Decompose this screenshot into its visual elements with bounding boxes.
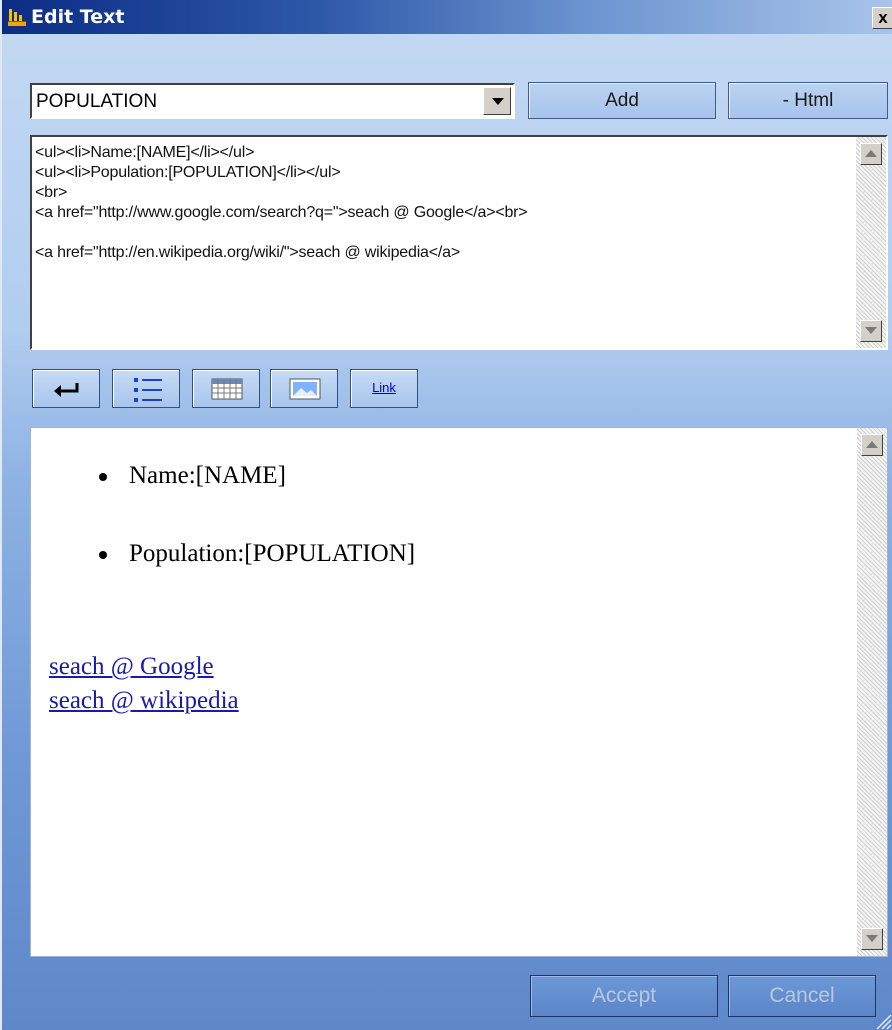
enter-icon xyxy=(54,383,79,397)
insert-line-break-button[interactable] xyxy=(32,369,100,408)
scroll-down-button[interactable] xyxy=(861,928,883,950)
window-title: Edit Text xyxy=(31,6,125,28)
html-preview-pane: Name:[NAME] Population:[POPULATION] seac… xyxy=(30,427,888,957)
field-dropdown-value: POPULATION xyxy=(36,91,158,112)
html-source-editor[interactable]: <ul><li>Name:[NAME]</li></ul> <ul><li>Po… xyxy=(30,135,888,350)
source-scrollbar[interactable] xyxy=(856,137,886,348)
dropdown-arrow-button[interactable] xyxy=(483,87,511,115)
accept-button[interactable]: Accept xyxy=(530,975,718,1017)
list-item: Population:[POPULATION] xyxy=(99,536,415,586)
preview-list: Name:[NAME] Population:[POPULATION] xyxy=(99,458,415,614)
resize-grip-icon[interactable] xyxy=(872,1010,892,1030)
insert-image-button[interactable] xyxy=(270,369,338,408)
list-icon xyxy=(134,378,162,402)
scroll-up-button[interactable] xyxy=(860,143,882,165)
preview-scrollbar[interactable] xyxy=(857,428,887,956)
html-source-text[interactable]: <ul><li>Name:[NAME]</li></ul> <ul><li>Po… xyxy=(35,143,850,263)
cancel-button[interactable]: Cancel xyxy=(728,975,876,1017)
insert-table-button[interactable] xyxy=(192,369,260,408)
field-dropdown[interactable]: POPULATION xyxy=(30,83,515,119)
image-icon xyxy=(289,378,321,400)
close-button[interactable]: x xyxy=(872,7,892,29)
html-toggle-button[interactable]: - Html xyxy=(728,82,888,119)
scroll-up-icon xyxy=(866,441,878,448)
scroll-up-icon xyxy=(865,150,877,157)
title-bar[interactable]: Edit Text x xyxy=(2,0,892,34)
chevron-down-icon xyxy=(492,98,504,105)
scroll-down-icon xyxy=(866,935,878,942)
google-search-link[interactable]: seach @ Google xyxy=(49,650,239,684)
wikipedia-search-link[interactable]: seach @ wikipedia xyxy=(49,684,239,718)
scroll-down-icon xyxy=(865,327,877,334)
app-icon xyxy=(8,9,26,26)
scroll-down-button[interactable] xyxy=(860,320,882,342)
insert-list-button[interactable] xyxy=(112,369,180,408)
preview-links: seach @ Google seach @ wikipedia xyxy=(49,650,239,718)
table-icon xyxy=(211,378,243,400)
list-item: Name:[NAME] xyxy=(99,458,415,508)
edit-text-dialog: Edit Text x POPULATION Add - Html <ul><l… xyxy=(0,0,892,1030)
link-button-label: Link xyxy=(372,380,396,395)
scroll-up-button[interactable] xyxy=(861,434,883,456)
add-button[interactable]: Add xyxy=(528,82,716,119)
insert-link-button[interactable]: Link xyxy=(350,369,418,408)
